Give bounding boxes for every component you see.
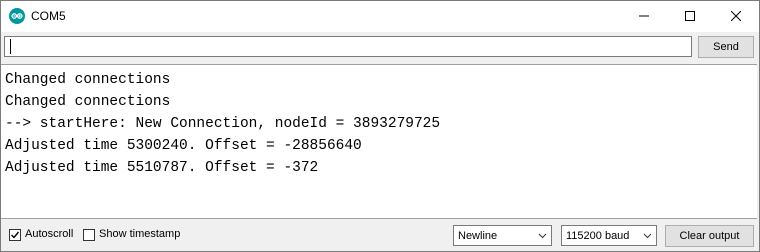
maximize-button[interactable] bbox=[667, 1, 713, 31]
arduino-icon bbox=[9, 8, 25, 24]
minimize-button[interactable] bbox=[621, 1, 667, 31]
chevron-down-icon bbox=[538, 233, 547, 239]
output-line: Changed connections bbox=[5, 72, 171, 88]
output-lines: Changed connections Changed connections … bbox=[5, 69, 440, 179]
clear-output-button[interactable]: Clear output bbox=[665, 225, 754, 247]
baud-rate-select[interactable]: 115200 baud bbox=[561, 225, 657, 246]
output-line: --> startHere: New Connection, nodeId = … bbox=[5, 116, 441, 132]
bottom-toolbar: Autoscroll Show timestamp Newline 115200… bbox=[1, 222, 759, 251]
serial-output[interactable]: Changed connections Changed connections … bbox=[1, 64, 757, 219]
line-ending-select[interactable]: Newline bbox=[453, 225, 552, 246]
send-row: Send bbox=[1, 32, 759, 63]
maximize-icon bbox=[685, 11, 695, 21]
baud-rate-value: 115200 baud bbox=[566, 229, 630, 242]
minimize-icon bbox=[639, 15, 649, 17]
output-line: Changed connections bbox=[5, 94, 171, 110]
autoscroll-label: Autoscroll bbox=[25, 228, 74, 240]
title-bar: COM5 bbox=[1, 1, 759, 32]
serial-monitor-window: COM5 Send Changed connections Changed co… bbox=[0, 0, 760, 252]
send-input[interactable] bbox=[4, 36, 692, 57]
close-button[interactable] bbox=[713, 1, 759, 31]
text-caret bbox=[10, 39, 11, 54]
autoscroll-checkbox[interactable] bbox=[9, 229, 21, 241]
send-button[interactable]: Send bbox=[698, 36, 754, 58]
output-line: Adjusted time 5300240. Offset = -2885664… bbox=[5, 138, 362, 154]
output-line: Adjusted time 5510787. Offset = -372 bbox=[5, 160, 319, 176]
chevron-down-icon bbox=[643, 233, 652, 239]
line-ending-value: Newline bbox=[458, 229, 498, 242]
checkmark-icon bbox=[11, 231, 20, 239]
window-title: COM5 bbox=[31, 9, 66, 23]
show-timestamp-checkbox[interactable] bbox=[83, 229, 95, 241]
close-icon bbox=[731, 11, 741, 21]
show-timestamp-label: Show timestamp bbox=[99, 228, 181, 240]
